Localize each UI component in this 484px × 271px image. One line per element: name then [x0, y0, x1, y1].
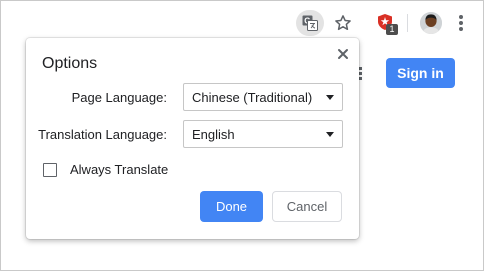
page-language-label: Page Language:	[71, 90, 167, 105]
dropdown-arrow-icon	[326, 95, 334, 100]
dialog-title: Options	[42, 55, 98, 72]
always-translate-checkbox[interactable]	[43, 163, 57, 177]
translation-language-value: English	[192, 127, 235, 142]
sign-in-button[interactable]: Sign in	[386, 58, 455, 88]
cancel-button[interactable]: Cancel	[272, 191, 342, 222]
bookmark-star-icon[interactable]	[331, 10, 355, 36]
extension-icon[interactable]: 1	[373, 10, 398, 36]
toolbar-divider	[407, 14, 408, 32]
close-icon[interactable]	[336, 47, 350, 61]
dropdown-arrow-icon	[326, 132, 334, 137]
translate-options-dialog: Options Page Language: Chinese (Traditio…	[26, 38, 359, 239]
apps-grid-icon[interactable]	[359, 67, 363, 81]
more-menu-icon[interactable]	[453, 12, 469, 34]
page-language-select[interactable]: Chinese (Traditional)	[183, 83, 343, 111]
done-button[interactable]: Done	[200, 191, 263, 222]
page-language-value: Chinese (Traditional)	[192, 90, 313, 105]
translation-language-select[interactable]: English	[183, 120, 343, 148]
extension-badge: 1	[386, 24, 398, 35]
always-translate-label[interactable]: Always Translate	[70, 162, 168, 177]
translate-icon[interactable]: G	[296, 10, 324, 36]
browser-window: G 1	[0, 0, 484, 271]
translation-language-label: Translation Language:	[38, 127, 167, 142]
profile-avatar[interactable]	[420, 12, 442, 34]
